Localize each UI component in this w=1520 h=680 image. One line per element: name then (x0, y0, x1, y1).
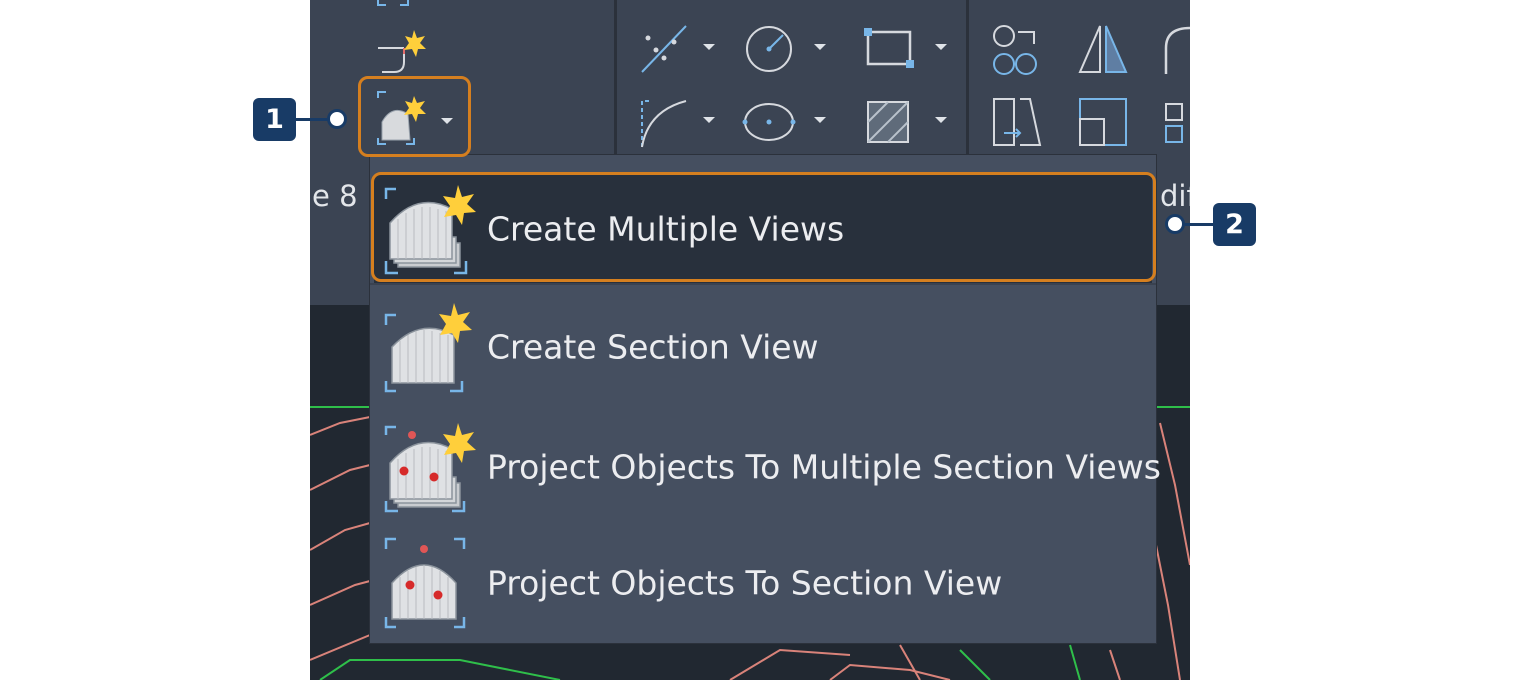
rectangle-icon[interactable] (862, 26, 916, 70)
fillet-icon[interactable] (1162, 22, 1190, 76)
ellipse-icon[interactable] (742, 100, 796, 144)
menu-item-label: Project Objects To Section View (487, 563, 1003, 603)
hatch-icon[interactable] (862, 96, 916, 148)
mirror-icon[interactable] (1076, 22, 1130, 76)
circle-radius-icon[interactable] (742, 22, 796, 76)
autocad-screenshot: le 8 dif (310, 0, 1190, 680)
panel-label-right: dif (1160, 179, 1190, 213)
callout-leader-2 (1185, 223, 1213, 226)
chevron-down-icon[interactable] (703, 117, 715, 123)
section-view-icon (382, 301, 478, 395)
highlight-create-multiple-views (371, 172, 1156, 282)
chevron-down-icon[interactable] (935, 44, 947, 50)
menu-item-label: Project Objects To Multiple Section View… (487, 447, 1161, 487)
callout-badge-2: 2 (1213, 203, 1256, 246)
ribbon-panel-divider (614, 0, 617, 155)
chevron-down-icon[interactable] (935, 117, 947, 123)
menu-item-label: Create Section View (487, 327, 819, 367)
highlight-create-views-button (358, 76, 471, 157)
copy-objects-icon[interactable] (990, 22, 1044, 76)
scale-icon[interactable] (1076, 95, 1130, 149)
menu-item-create-section-view[interactable]: Create Section View (374, 293, 1152, 401)
panel-label-left: le 8 (310, 179, 358, 213)
array-icon[interactable] (1162, 100, 1190, 148)
menu-separator (370, 283, 1156, 285)
project-multiple-section-views-icon (382, 421, 478, 515)
callout-anchor-2 (1165, 214, 1185, 234)
ribbon-tool-top-partial[interactable] (372, 0, 412, 8)
ribbon-panel-divider (966, 0, 969, 155)
chevron-down-icon[interactable] (814, 44, 826, 50)
connect-line-star-icon[interactable] (374, 28, 430, 80)
chevron-down-icon[interactable] (703, 44, 715, 50)
menu-item-project-objects-to-section-view[interactable]: Project Objects To Section View (374, 529, 1152, 637)
menu-item-project-objects-to-multiple-section-views[interactable]: Project Objects To Multiple Section View… (374, 413, 1161, 521)
chevron-down-icon[interactable] (814, 117, 826, 123)
callout-leader-1 (296, 118, 330, 121)
callout-badge-1: 1 (253, 98, 296, 141)
point-line-icon[interactable] (638, 22, 690, 76)
project-section-view-icon (382, 537, 478, 631)
stretch-icon[interactable] (990, 95, 1044, 149)
curve-fillet-icon[interactable] (638, 95, 692, 149)
callout-anchor-1 (327, 109, 347, 129)
